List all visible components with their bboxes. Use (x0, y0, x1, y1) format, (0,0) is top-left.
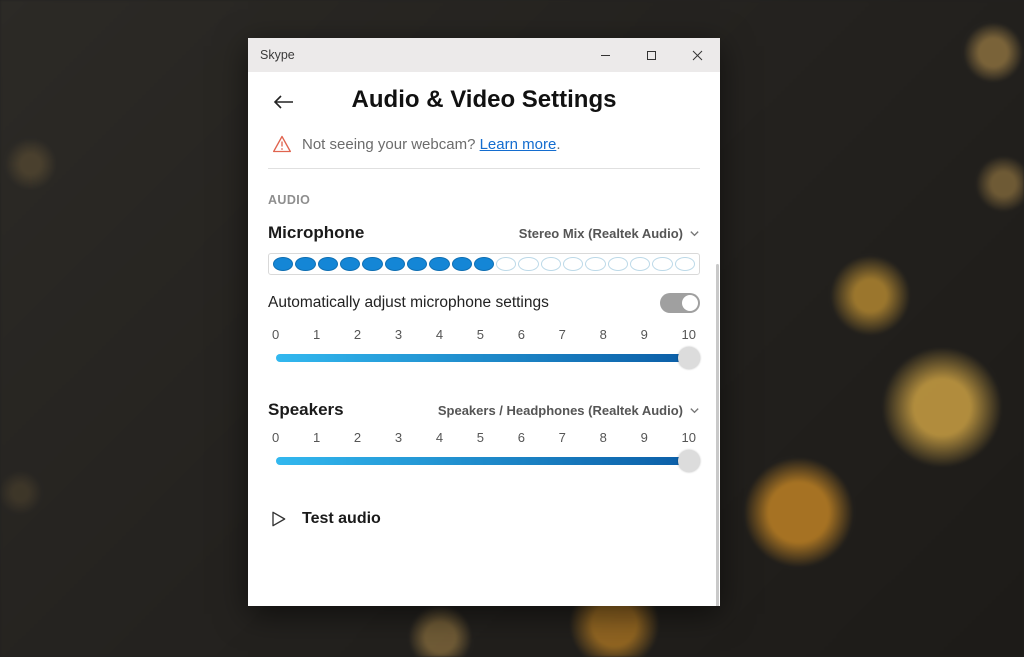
auto-adjust-row: Automatically adjust microphone settings (268, 293, 700, 313)
settings-content: Not seeing your webcam? Learn more. AUDI… (248, 132, 720, 606)
tick-label: 10 (682, 327, 696, 342)
play-icon (268, 509, 288, 529)
slider-thumb[interactable] (678, 450, 700, 472)
tick-label: 0 (272, 327, 279, 342)
speakers-volume-slider[interactable] (268, 449, 700, 473)
speakers-row: Speakers Speakers / Headphones (Realtek … (268, 400, 700, 420)
meter-segment (295, 257, 315, 271)
learn-more-link[interactable]: Learn more (480, 136, 557, 153)
speakers-device-name: Speakers / Headphones (Realtek Audio) (438, 403, 683, 418)
meter-segment (407, 257, 427, 271)
slider-track (276, 354, 692, 362)
meter-segment (675, 257, 695, 271)
meter-segment (652, 257, 672, 271)
microphone-volume-slider[interactable] (268, 346, 700, 370)
meter-segment (273, 257, 293, 271)
chevron-down-icon (689, 228, 700, 239)
tick-label: 6 (518, 327, 525, 342)
toggle-knob (682, 295, 698, 311)
webcam-warning: Not seeing your webcam? Learn more. (268, 132, 700, 168)
slider-thumb[interactable] (678, 347, 700, 369)
scrollbar[interactable] (716, 264, 719, 606)
window-title: Skype (248, 48, 582, 62)
tick-label: 7 (559, 327, 566, 342)
divider (268, 168, 700, 169)
maximize-button[interactable] (628, 38, 674, 72)
tick-label: 3 (395, 430, 402, 445)
meter-segment (496, 257, 516, 271)
microphone-device-select[interactable]: Stereo Mix (Realtek Audio) (519, 226, 700, 241)
speakers-volume-ticks: 0 1 2 3 4 5 6 7 8 9 10 (268, 430, 700, 449)
close-button[interactable] (674, 38, 720, 72)
meter-segment (362, 257, 382, 271)
tick-label: 9 (641, 430, 648, 445)
speakers-label: Speakers (268, 400, 344, 420)
tick-label: 1 (313, 327, 320, 342)
tick-label: 0 (272, 430, 279, 445)
back-button[interactable] (264, 86, 304, 118)
warning-text: Not seeing your webcam? Learn more. (302, 136, 560, 153)
warning-icon (272, 134, 292, 154)
microphone-volume-ticks: 0 1 2 3 4 5 6 7 8 9 10 (268, 327, 700, 346)
tick-label: 10 (682, 430, 696, 445)
meter-segment (340, 257, 360, 271)
meter-segment (474, 257, 494, 271)
meter-segment (608, 257, 628, 271)
meter-segment (429, 257, 449, 271)
meter-segment (318, 257, 338, 271)
microphone-device-name: Stereo Mix (Realtek Audio) (519, 226, 683, 241)
meter-segment (385, 257, 405, 271)
meter-segment (452, 257, 472, 271)
slider-track (276, 457, 692, 465)
page-title: Audio & Video Settings (248, 86, 720, 114)
meter-segment (518, 257, 538, 271)
microphone-level-meter (268, 253, 700, 275)
meter-segment (541, 257, 561, 271)
skype-settings-window: Skype Audio & Video Settings (248, 38, 720, 606)
test-audio-button[interactable]: Test audio (268, 503, 700, 529)
arrow-left-icon (273, 94, 295, 110)
tick-label: 3 (395, 327, 402, 342)
speakers-volume-block: 0 1 2 3 4 5 6 7 8 9 10 (268, 430, 700, 473)
tick-label: 8 (600, 327, 607, 342)
microphone-volume-block: 0 1 2 3 4 5 6 7 8 9 10 (268, 327, 700, 370)
window-titlebar[interactable]: Skype (248, 38, 720, 72)
chevron-down-icon (689, 405, 700, 416)
tick-label: 4 (436, 430, 443, 445)
tick-label: 2 (354, 327, 361, 342)
tick-label: 9 (641, 327, 648, 342)
tick-label: 5 (477, 327, 484, 342)
tick-label: 8 (600, 430, 607, 445)
auto-adjust-label: Automatically adjust microphone settings (268, 294, 549, 312)
tick-label: 1 (313, 430, 320, 445)
microphone-row: Microphone Stereo Mix (Realtek Audio) (268, 223, 700, 243)
test-audio-label: Test audio (302, 510, 381, 528)
tick-label: 4 (436, 327, 443, 342)
speakers-device-select[interactable]: Speakers / Headphones (Realtek Audio) (438, 403, 700, 418)
audio-section-label: AUDIO (268, 193, 700, 207)
meter-segment (630, 257, 650, 271)
tick-label: 6 (518, 430, 525, 445)
meter-segment (563, 257, 583, 271)
auto-adjust-toggle[interactable] (660, 293, 700, 313)
microphone-label: Microphone (268, 223, 364, 243)
tick-label: 7 (559, 430, 566, 445)
meter-segment (585, 257, 605, 271)
tick-label: 5 (477, 430, 484, 445)
tick-label: 2 (354, 430, 361, 445)
minimize-button[interactable] (582, 38, 628, 72)
page-header: Audio & Video Settings (248, 72, 720, 132)
